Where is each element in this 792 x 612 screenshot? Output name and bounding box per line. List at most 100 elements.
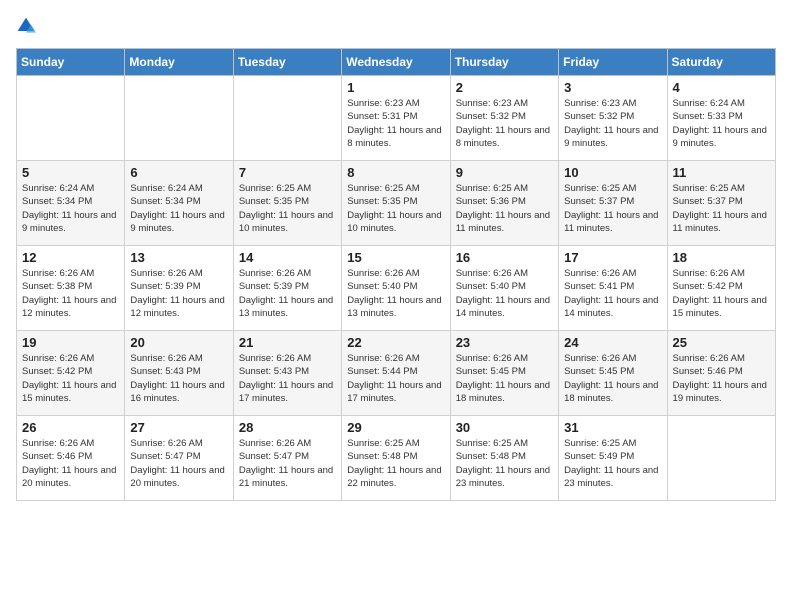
- day-info: Sunrise: 6:25 AMSunset: 5:37 PMDaylight:…: [673, 183, 767, 234]
- calendar-day-cell: 13 Sunrise: 6:26 AMSunset: 5:39 PMDayligh…: [125, 246, 233, 331]
- weekday-header: Friday: [559, 49, 667, 76]
- day-info: Sunrise: 6:24 AMSunset: 5:34 PMDaylight:…: [22, 183, 116, 234]
- day-number: 15: [347, 250, 444, 265]
- weekday-header: Tuesday: [233, 49, 341, 76]
- calendar-day-cell: 30 Sunrise: 6:25 AMSunset: 5:48 PMDayligh…: [450, 416, 558, 501]
- day-info: Sunrise: 6:26 AMSunset: 5:39 PMDaylight:…: [130, 268, 224, 319]
- day-number: 2: [456, 80, 553, 95]
- day-number: 7: [239, 165, 336, 180]
- calendar-day-cell: 19 Sunrise: 6:26 AMSunset: 5:42 PMDayligh…: [17, 331, 125, 416]
- weekday-header-row: SundayMondayTuesdayWednesdayThursdayFrid…: [17, 49, 776, 76]
- calendar-table: SundayMondayTuesdayWednesdayThursdayFrid…: [16, 48, 776, 501]
- day-number: 6: [130, 165, 227, 180]
- day-number: 30: [456, 420, 553, 435]
- calendar-week-row: 1Sunrise: 6:23 AMSunset: 5:31 PMDaylight…: [17, 76, 776, 161]
- day-info: Sunrise: 6:25 AMSunset: 5:37 PMDaylight:…: [564, 183, 658, 234]
- calendar-week-row: 26 Sunrise: 6:26 AMSunset: 5:46 PMDayligh…: [17, 416, 776, 501]
- calendar-day-cell: 16 Sunrise: 6:26 AMSunset: 5:40 PMDayligh…: [450, 246, 558, 331]
- day-number: 23: [456, 335, 553, 350]
- calendar-day-cell: [667, 416, 775, 501]
- day-number: 18: [673, 250, 770, 265]
- day-number: 16: [456, 250, 553, 265]
- calendar-day-cell: 29Sunrise: 6:25 AMSunset: 5:48 PMDayligh…: [342, 416, 450, 501]
- day-info: Sunrise: 6:26 AMSunset: 5:45 PMDaylight:…: [564, 353, 658, 404]
- calendar-day-cell: 21 Sunrise: 6:26 AMSunset: 5:43 PMDayligh…: [233, 331, 341, 416]
- calendar-day-cell: 27Sunrise: 6:26 AMSunset: 5:47 PMDayligh…: [125, 416, 233, 501]
- day-number: 22: [347, 335, 444, 350]
- day-number: 3: [564, 80, 661, 95]
- page-header: [16, 16, 776, 36]
- day-number: 27: [130, 420, 227, 435]
- day-info: Sunrise: 6:26 AMSunset: 5:40 PMDaylight:…: [456, 268, 550, 319]
- day-info: Sunrise: 6:25 AMSunset: 5:36 PMDaylight:…: [456, 183, 550, 234]
- weekday-header: Wednesday: [342, 49, 450, 76]
- day-info: Sunrise: 6:25 AMSunset: 5:49 PMDaylight:…: [564, 438, 658, 489]
- calendar-day-cell: 14Sunrise: 6:26 AMSunset: 5:39 PMDayligh…: [233, 246, 341, 331]
- day-info: Sunrise: 6:23 AMSunset: 5:32 PMDaylight:…: [456, 98, 550, 149]
- calendar-day-cell: 2 Sunrise: 6:23 AMSunset: 5:32 PMDaylight…: [450, 76, 558, 161]
- calendar-week-row: 19 Sunrise: 6:26 AMSunset: 5:42 PMDayligh…: [17, 331, 776, 416]
- weekday-header: Thursday: [450, 49, 558, 76]
- day-info: Sunrise: 6:26 AMSunset: 5:40 PMDaylight:…: [347, 268, 441, 319]
- weekday-header: Saturday: [667, 49, 775, 76]
- day-number: 8: [347, 165, 444, 180]
- day-info: Sunrise: 6:24 AMSunset: 5:33 PMDaylight:…: [673, 98, 767, 149]
- day-info: Sunrise: 6:26 AMSunset: 5:38 PMDaylight:…: [22, 268, 116, 319]
- day-number: 20: [130, 335, 227, 350]
- day-info: Sunrise: 6:25 AMSunset: 5:35 PMDaylight:…: [239, 183, 333, 234]
- calendar-day-cell: 31 Sunrise: 6:25 AMSunset: 5:49 PMDayligh…: [559, 416, 667, 501]
- day-info: Sunrise: 6:25 AMSunset: 5:48 PMDaylight:…: [347, 438, 441, 489]
- day-info: Sunrise: 6:26 AMSunset: 5:46 PMDaylight:…: [22, 438, 116, 489]
- logo-icon: [16, 16, 36, 36]
- day-number: 28: [239, 420, 336, 435]
- day-number: 25: [673, 335, 770, 350]
- day-info: Sunrise: 6:26 AMSunset: 5:47 PMDaylight:…: [239, 438, 333, 489]
- day-number: 4: [673, 80, 770, 95]
- day-info: Sunrise: 6:23 AMSunset: 5:32 PMDaylight:…: [564, 98, 658, 149]
- day-number: 9: [456, 165, 553, 180]
- day-info: Sunrise: 6:26 AMSunset: 5:43 PMDaylight:…: [130, 353, 224, 404]
- day-info: Sunrise: 6:24 AMSunset: 5:34 PMDaylight:…: [130, 183, 224, 234]
- calendar-day-cell: 26 Sunrise: 6:26 AMSunset: 5:46 PMDayligh…: [17, 416, 125, 501]
- day-info: Sunrise: 6:26 AMSunset: 5:42 PMDaylight:…: [22, 353, 116, 404]
- calendar-day-cell: 3 Sunrise: 6:23 AMSunset: 5:32 PMDaylight…: [559, 76, 667, 161]
- calendar-week-row: 5 Sunrise: 6:24 AMSunset: 5:34 PMDaylight…: [17, 161, 776, 246]
- calendar-day-cell: 22 Sunrise: 6:26 AMSunset: 5:44 PMDayligh…: [342, 331, 450, 416]
- day-number: 14: [239, 250, 336, 265]
- calendar-day-cell: 11 Sunrise: 6:25 AMSunset: 5:37 PMDayligh…: [667, 161, 775, 246]
- calendar-day-cell: [125, 76, 233, 161]
- calendar-day-cell: 9 Sunrise: 6:25 AMSunset: 5:36 PMDaylight…: [450, 161, 558, 246]
- calendar-day-cell: 10Sunrise: 6:25 AMSunset: 5:37 PMDayligh…: [559, 161, 667, 246]
- day-number: 21: [239, 335, 336, 350]
- day-number: 17: [564, 250, 661, 265]
- day-number: 5: [22, 165, 119, 180]
- day-info: Sunrise: 6:26 AMSunset: 5:43 PMDaylight:…: [239, 353, 333, 404]
- day-info: Sunrise: 6:26 AMSunset: 5:44 PMDaylight:…: [347, 353, 441, 404]
- weekday-header: Monday: [125, 49, 233, 76]
- day-number: 13: [130, 250, 227, 265]
- day-number: 12: [22, 250, 119, 265]
- calendar-day-cell: [233, 76, 341, 161]
- weekday-header: Sunday: [17, 49, 125, 76]
- day-number: 1: [347, 80, 444, 95]
- calendar-day-cell: 12 Sunrise: 6:26 AMSunset: 5:38 PMDayligh…: [17, 246, 125, 331]
- calendar-week-row: 12 Sunrise: 6:26 AMSunset: 5:38 PMDayligh…: [17, 246, 776, 331]
- calendar-day-cell: 24 Sunrise: 6:26 AMSunset: 5:45 PMDayligh…: [559, 331, 667, 416]
- day-info: Sunrise: 6:26 AMSunset: 5:45 PMDaylight:…: [456, 353, 550, 404]
- day-number: 11: [673, 165, 770, 180]
- calendar-day-cell: 6 Sunrise: 6:24 AMSunset: 5:34 PMDaylight…: [125, 161, 233, 246]
- calendar-day-cell: 20 Sunrise: 6:26 AMSunset: 5:43 PMDayligh…: [125, 331, 233, 416]
- calendar-day-cell: 8Sunrise: 6:25 AMSunset: 5:35 PMDaylight…: [342, 161, 450, 246]
- day-number: 19: [22, 335, 119, 350]
- calendar-day-cell: 18Sunrise: 6:26 AMSunset: 5:42 PMDayligh…: [667, 246, 775, 331]
- calendar-day-cell: 23 Sunrise: 6:26 AMSunset: 5:45 PMDayligh…: [450, 331, 558, 416]
- logo: [16, 16, 40, 36]
- day-info: Sunrise: 6:25 AMSunset: 5:48 PMDaylight:…: [456, 438, 550, 489]
- day-number: 31: [564, 420, 661, 435]
- calendar-day-cell: 15 Sunrise: 6:26 AMSunset: 5:40 PMDayligh…: [342, 246, 450, 331]
- calendar-day-cell: 7 Sunrise: 6:25 AMSunset: 5:35 PMDaylight…: [233, 161, 341, 246]
- day-info: Sunrise: 6:26 AMSunset: 5:41 PMDaylight:…: [564, 268, 658, 319]
- day-number: 24: [564, 335, 661, 350]
- calendar-day-cell: 5 Sunrise: 6:24 AMSunset: 5:34 PMDaylight…: [17, 161, 125, 246]
- day-number: 26: [22, 420, 119, 435]
